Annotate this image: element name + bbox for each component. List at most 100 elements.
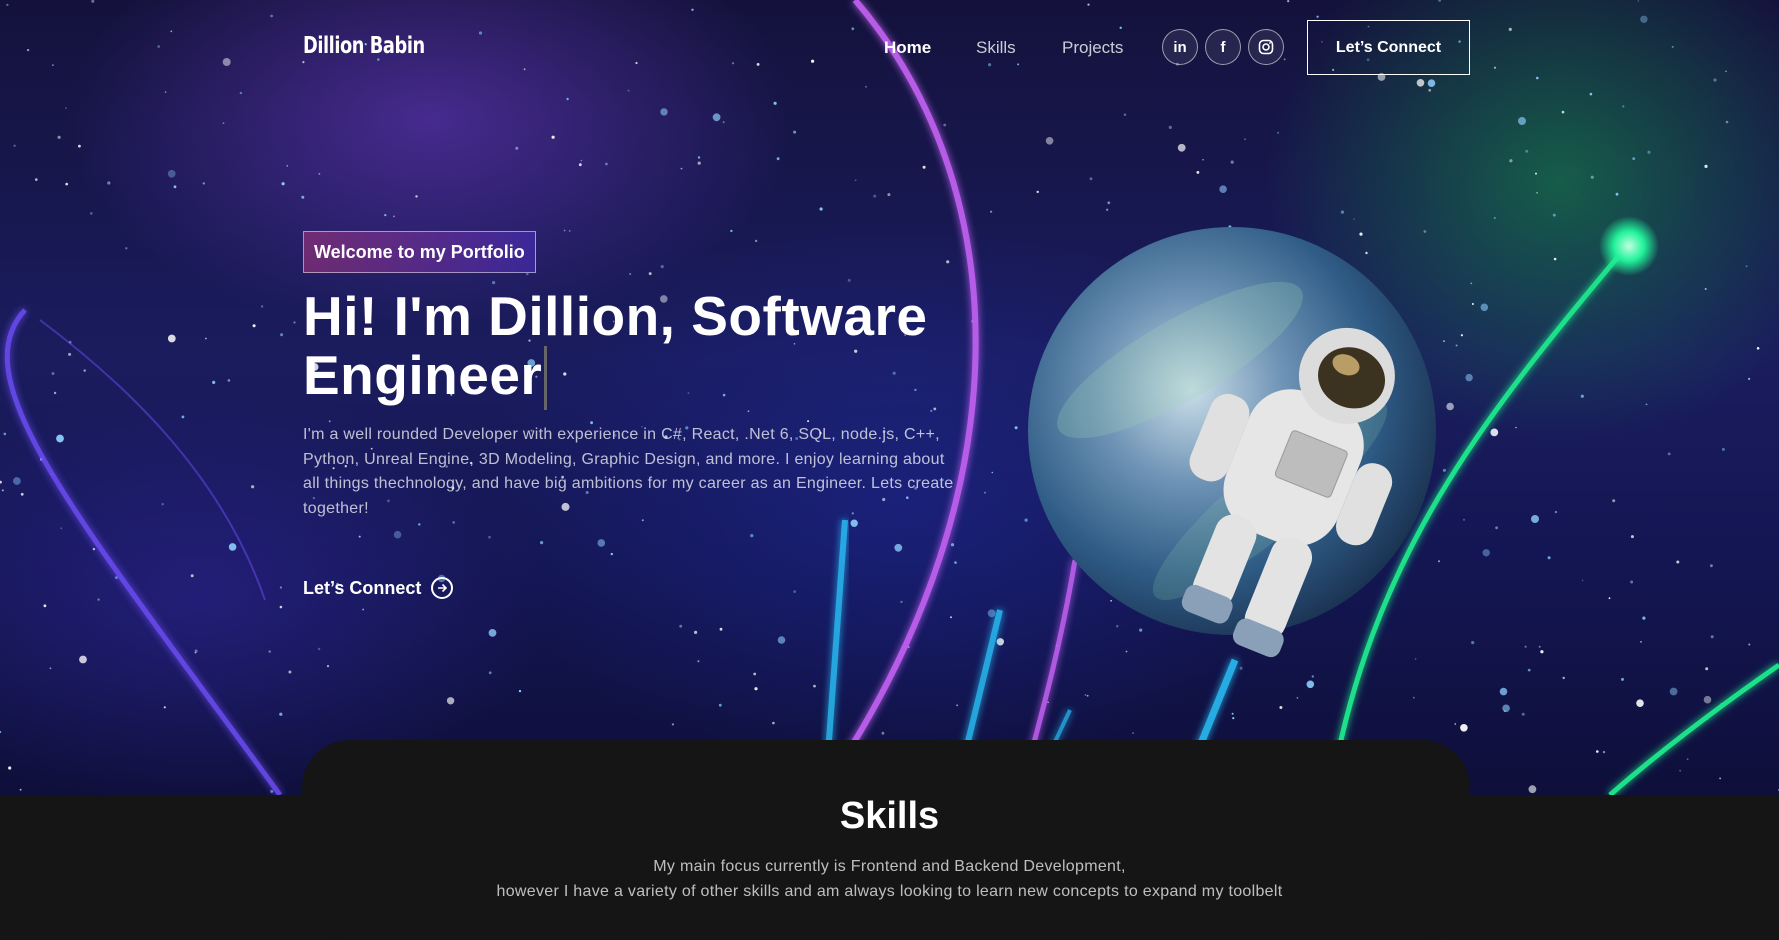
- star: [793, 590, 797, 593]
- star: [1470, 282, 1473, 285]
- star: [697, 156, 701, 159]
- site-logo[interactable]: Dillion Babin: [303, 33, 425, 59]
- star: [358, 535, 361, 538]
- star: [563, 229, 566, 232]
- star: [65, 182, 68, 186]
- skills-description: My main focus currently is Frontend and …: [0, 855, 1779, 904]
- star: [568, 230, 571, 232]
- star: [776, 157, 780, 161]
- star: [1540, 650, 1544, 654]
- star: [1196, 171, 1200, 174]
- star: [773, 101, 777, 105]
- star: [946, 260, 950, 264]
- star: [943, 123, 947, 127]
- star: [1630, 535, 1634, 539]
- star: [518, 689, 522, 693]
- star: [1669, 687, 1678, 696]
- star: [813, 684, 816, 688]
- lets-connect-button[interactable]: Let’s Connect: [1307, 20, 1470, 75]
- star: [1645, 403, 1648, 406]
- nav-link-projects[interactable]: Projects: [1062, 38, 1123, 58]
- typing-cursor: [544, 346, 548, 410]
- star: [115, 576, 118, 579]
- star: [57, 135, 61, 139]
- star: [1244, 138, 1246, 141]
- star: [222, 122, 225, 124]
- star: [1230, 160, 1234, 164]
- nav-link-home[interactable]: Home: [884, 38, 931, 58]
- star: [190, 574, 194, 578]
- linkedin-icon: in: [1173, 38, 1187, 56]
- star: [987, 609, 996, 618]
- hero-connect-link[interactable]: Let’s Connect: [303, 577, 454, 599]
- facebook-button[interactable]: f: [1205, 29, 1241, 65]
- star: [551, 135, 555, 139]
- star: [1465, 373, 1473, 382]
- hero-intro: I'm a well rounded Developer with experi…: [303, 426, 954, 517]
- star: [793, 130, 797, 134]
- star: [930, 409, 933, 412]
- star: [1311, 675, 1315, 678]
- star: [260, 305, 264, 308]
- star: [49, 667, 52, 670]
- star: [1471, 303, 1474, 305]
- star: [3, 432, 7, 436]
- navbar: Dillion Babin Home Skills Projects in f …: [0, 0, 1779, 96]
- hero-headline: Hi! I'm Dillion, Software Engineer: [303, 287, 1023, 410]
- star: [694, 630, 698, 635]
- star: [488, 629, 497, 637]
- star: [1686, 758, 1689, 760]
- star: [0, 480, 2, 484]
- star: [161, 503, 164, 506]
- star: [807, 420, 810, 423]
- star: [1277, 131, 1280, 134]
- star: [1480, 303, 1489, 312]
- star: [990, 210, 993, 213]
- star: [754, 239, 758, 243]
- instagram-button[interactable]: [1248, 29, 1284, 65]
- star: [1547, 556, 1551, 560]
- star: [1527, 668, 1531, 672]
- star: [580, 159, 583, 162]
- star: [288, 670, 292, 674]
- star: [68, 352, 72, 356]
- star: [1679, 769, 1681, 772]
- star: [712, 113, 721, 122]
- star: [1412, 696, 1415, 699]
- star: [719, 627, 723, 631]
- star: [747, 410, 750, 413]
- star: [13, 477, 21, 485]
- star: [20, 492, 24, 496]
- star: [1463, 518, 1465, 521]
- star: [922, 165, 926, 169]
- star: [125, 247, 128, 250]
- star: [1531, 515, 1539, 523]
- nav-link-skills[interactable]: Skills: [976, 38, 1016, 58]
- star: [1123, 113, 1127, 116]
- star: [107, 181, 111, 185]
- star: [163, 706, 166, 709]
- star: [515, 146, 519, 150]
- star: [697, 660, 700, 663]
- star: [13, 144, 16, 147]
- star: [754, 687, 758, 691]
- star: [894, 543, 903, 552]
- star: [1719, 777, 1721, 780]
- star: [1116, 625, 1119, 628]
- star: [954, 561, 957, 564]
- star: [1704, 288, 1707, 290]
- linkedin-button[interactable]: in: [1162, 29, 1198, 65]
- star: [1089, 177, 1093, 181]
- star: [79, 655, 87, 664]
- star: [1553, 257, 1557, 261]
- star: [1279, 706, 1283, 709]
- star: [227, 379, 231, 382]
- star: [991, 471, 994, 474]
- arrow-right-circle-icon: [431, 577, 454, 599]
- star: [1047, 701, 1049, 704]
- welcome-tagline: Welcome to my Portfolio: [303, 231, 536, 273]
- star: [697, 161, 701, 165]
- skills-title: Skills: [839, 795, 940, 837]
- star: [984, 491, 986, 494]
- star: [887, 193, 891, 197]
